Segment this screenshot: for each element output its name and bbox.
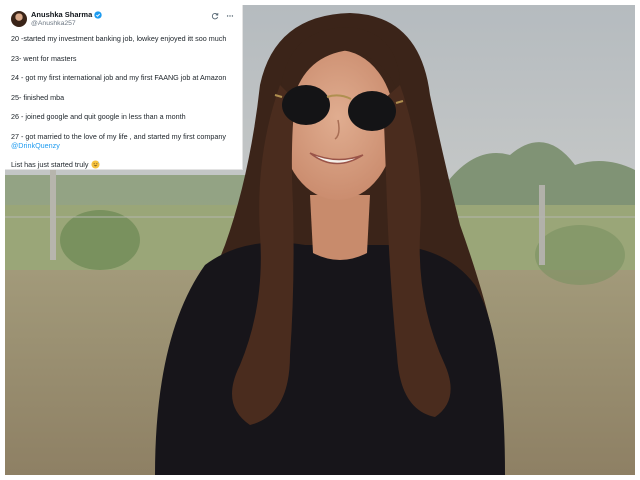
more-options-icon[interactable] <box>226 12 234 20</box>
author-info: Anushka Sharma @Anushka257 <box>31 10 102 28</box>
tweet-line-age-27: 27 - got married to the love of my life … <box>11 131 226 141</box>
tweet-actions <box>211 10 234 20</box>
avatar[interactable] <box>11 11 27 27</box>
tweet-line-age-26: 26 - joined google and quit google in le… <box>11 112 186 121</box>
refresh-icon[interactable] <box>211 12 219 20</box>
mention-link[interactable]: @DrinkQuenzy <box>11 141 234 150</box>
tweet-line-age-25: 25- finished mba <box>11 92 65 102</box>
tweet-line-age-24: 24 - got my first international job and … <box>11 73 227 82</box>
tweet-card: Anushka Sharma @Anushka257 20 -started m… <box>5 5 243 170</box>
tweet-closing-text: List has just started truly <box>11 160 89 169</box>
tweet-line-age-23: 23- went for masters <box>11 53 77 63</box>
tweet-header: Anushka Sharma @Anushka257 <box>11 10 234 34</box>
tweet-closing-line: List has just started truly <box>11 160 234 169</box>
image-frame: Anushka Sharma @Anushka257 20 -started m… <box>5 5 635 475</box>
tweet-line-age-20: 20 -started my investment banking job, l… <box>11 34 227 43</box>
tweet-text: 20 -started my investment banking job, l… <box>11 34 234 169</box>
grinning-sweat-emoji-icon <box>90 160 100 169</box>
display-name[interactable]: Anushka Sharma <box>31 10 92 19</box>
user-handle[interactable]: @Anushka257 <box>31 19 102 28</box>
verified-badge-icon <box>94 10 102 19</box>
